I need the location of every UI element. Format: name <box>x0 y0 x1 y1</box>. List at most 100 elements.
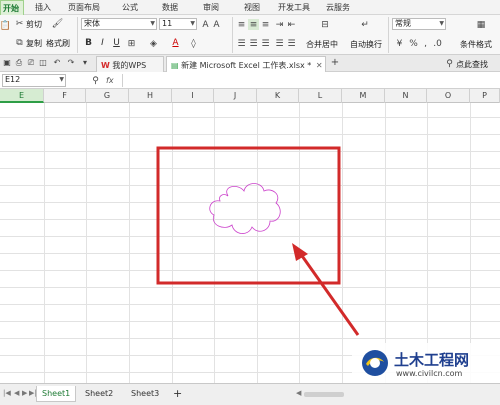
fill-color-icon[interactable]: ◈ <box>148 38 159 49</box>
new-tab-button[interactable]: + <box>330 58 340 68</box>
help-search-field[interactable]: 点此查找 <box>456 59 488 70</box>
tab-page-layout[interactable]: 页面布局 <box>68 2 100 13</box>
column-header[interactable]: P <box>470 89 500 103</box>
copy-icon[interactable]: ⧉ <box>14 37 25 48</box>
print-preview-icon[interactable]: ◫ <box>38 58 48 68</box>
fx-button[interactable]: fx <box>106 76 114 85</box>
align-bottom-icon[interactable]: ≡ <box>260 19 271 30</box>
merge-center-button[interactable]: 合并居中 <box>306 39 338 50</box>
site-watermark: 土木工程网 www.civilcn.com <box>352 343 500 383</box>
border-icon[interactable]: ⊞ <box>126 38 137 49</box>
tab-cloud[interactable]: 云服务 <box>326 2 350 13</box>
save-icon[interactable]: ▣ <box>2 58 12 68</box>
arrow-head <box>292 243 308 261</box>
document-tab-bar: ▣ ⎙ ⎚ ◫ ↶ ↷ ▾ W 我的WPS ▤ 新建 Microsoft Exc… <box>0 55 500 72</box>
align-left-icon[interactable]: ☰ <box>236 38 247 49</box>
horizontal-scrollbar[interactable] <box>304 392 344 397</box>
grow-font-icon[interactable]: A <box>200 19 211 30</box>
redo-icon[interactable]: ↷ <box>66 58 76 68</box>
align-top-icon[interactable]: ≡ <box>236 19 247 30</box>
justify-icon[interactable]: ☰ <box>274 38 285 49</box>
percent-icon[interactable]: % <box>408 38 419 49</box>
outdent-icon[interactable]: ⇤ <box>286 19 297 30</box>
copy-button[interactable]: 复制 <box>26 38 42 49</box>
chevron-down-icon: ▼ <box>59 76 64 83</box>
font-size-select[interactable]: 11 ▼ <box>159 18 197 30</box>
chevron-down-icon: ▼ <box>190 20 195 27</box>
column-header[interactable]: E <box>0 89 44 103</box>
align-middle-icon[interactable]: ≡ <box>248 19 259 30</box>
cloud-shape[interactable] <box>209 183 281 234</box>
wrap-text-button[interactable]: 自动换行 <box>350 39 382 50</box>
indent-icon[interactable]: ⇥ <box>274 19 285 30</box>
spreadsheet-grid[interactable] <box>0 103 500 383</box>
column-header[interactable]: K <box>257 89 299 103</box>
thousands-icon[interactable]: , <box>420 38 431 49</box>
sheet-tab[interactable]: Sheet1 <box>36 386 77 402</box>
tab-insert[interactable]: 插入 <box>35 2 51 13</box>
format-painter-button[interactable]: 格式刷 <box>46 38 70 49</box>
scroll-left-icon[interactable]: ◀ <box>296 389 301 397</box>
column-header[interactable]: F <box>44 89 86 103</box>
tab-home[interactable]: 开始 <box>0 0 24 15</box>
column-header[interactable]: J <box>214 89 257 103</box>
italic-button[interactable]: I <box>97 38 108 49</box>
currency-icon[interactable]: ¥ <box>394 38 405 49</box>
undo-icon[interactable]: ↶ <box>52 58 62 68</box>
conditional-format-icon[interactable]: ▦ <box>474 18 488 32</box>
font-color-button[interactable]: A <box>170 38 181 49</box>
column-header[interactable]: L <box>299 89 342 103</box>
divider <box>232 17 233 53</box>
chevron-down-icon: ▼ <box>439 20 444 27</box>
conditional-format-button[interactable]: 条件格式 <box>460 39 492 50</box>
divider <box>77 17 78 53</box>
paste-icon[interactable]: 📋 <box>0 20 11 31</box>
tab-my-wps[interactable]: W 我的WPS <box>96 56 164 72</box>
font-name-select[interactable]: 宋体 ▼ <box>81 18 157 30</box>
tab-active-workbook[interactable]: ▤ 新建 Microsoft Excel 工作表.xlsx * ✕ <box>166 56 326 72</box>
export-icon[interactable]: ⎙ <box>14 58 24 68</box>
decimal-icon[interactable]: .0 <box>432 38 443 49</box>
column-header[interactable]: O <box>427 89 470 103</box>
tab-review[interactable]: 审阅 <box>203 2 219 13</box>
wrap-icon[interactable]: ↵ <box>358 18 372 32</box>
watermark-title: 土木工程网 <box>394 351 470 369</box>
sheet-tab[interactable]: Sheet2 <box>80 386 118 402</box>
zoom-icon[interactable]: ⚲ <box>90 75 101 86</box>
tab-formulas[interactable]: 公式 <box>122 2 138 13</box>
tab-developer[interactable]: 开发工具 <box>278 2 310 13</box>
bold-button[interactable]: B <box>83 38 94 49</box>
align-center-icon[interactable]: ☰ <box>248 38 259 49</box>
annotation-overlay <box>156 146 360 336</box>
sheet-tab[interactable]: Sheet3 <box>126 386 164 402</box>
tab-data[interactable]: 数据 <box>162 2 178 13</box>
next-sheet-icon[interactable]: ▶ <box>22 389 27 397</box>
close-icon[interactable]: ✕ <box>316 61 323 70</box>
name-box[interactable]: E12 ▼ <box>2 74 66 87</box>
quick-access-menu-icon[interactable]: ▾ <box>80 58 90 68</box>
column-header[interactable]: M <box>342 89 385 103</box>
merge-icon[interactable]: ⊟ <box>318 18 332 32</box>
eraser-icon[interactable]: ◊ <box>188 38 199 49</box>
column-header[interactable]: G <box>86 89 129 103</box>
underline-button[interactable]: U <box>111 38 122 49</box>
tab-view[interactable]: 视图 <box>244 2 260 13</box>
number-format-select[interactable]: 常规 ▼ <box>392 18 446 30</box>
format-painter-icon[interactable]: 🖌 <box>52 18 63 29</box>
first-sheet-icon[interactable]: |◀ <box>3 389 11 397</box>
column-header[interactable]: N <box>385 89 427 103</box>
prev-sheet-icon[interactable]: ◀ <box>14 389 19 397</box>
add-sheet-button[interactable]: + <box>168 386 187 402</box>
formula-input[interactable] <box>122 74 498 87</box>
search-icon[interactable]: ⚲ <box>444 58 455 69</box>
column-header[interactable]: H <box>129 89 172 103</box>
distributed-icon[interactable]: ☰ <box>286 38 297 49</box>
shrink-font-icon[interactable]: A <box>211 19 222 30</box>
column-header[interactable]: I <box>172 89 214 103</box>
watermark-logo-icon <box>362 350 388 376</box>
scissors-icon[interactable]: ✂ <box>14 18 25 29</box>
align-right-icon[interactable]: ☰ <box>260 38 271 49</box>
excel-file-icon: ▤ <box>171 61 179 70</box>
cut-button[interactable]: 剪切 <box>26 19 42 30</box>
print-icon[interactable]: ⎚ <box>26 58 36 68</box>
